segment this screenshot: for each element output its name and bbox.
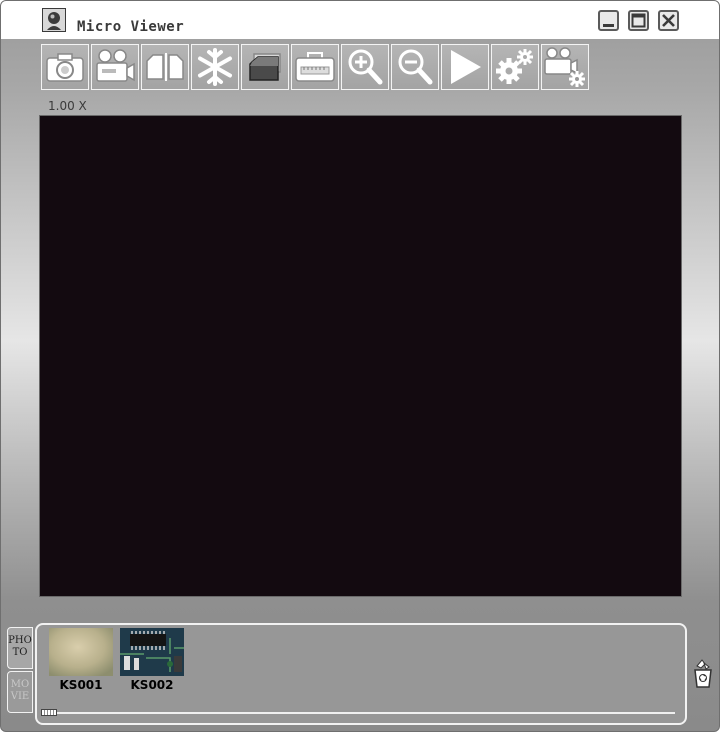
toolbox-ruler-icon bbox=[295, 52, 335, 82]
camera-icon bbox=[46, 53, 84, 82]
tab-photo-label-1: PHO bbox=[8, 635, 32, 646]
blurry-photo-thumbnail bbox=[49, 628, 113, 676]
thumbnail-gallery: KS001 KS002 bbox=[35, 623, 687, 725]
app-window: Micro Viewer 1.00 X PHO TO MO VIE KS001 … bbox=[0, 0, 720, 732]
zoom-out-icon bbox=[398, 49, 433, 85]
tab-photo[interactable]: PHO TO bbox=[7, 627, 33, 669]
capture-photo-button[interactable] bbox=[41, 44, 89, 90]
thumbnail-ks002[interactable] bbox=[120, 628, 184, 676]
zoom-level: 1.00 X bbox=[48, 99, 87, 113]
overlay-button[interactable] bbox=[241, 44, 289, 90]
layers-icon bbox=[249, 53, 281, 81]
maximize-icon bbox=[631, 13, 646, 28]
gears-icon bbox=[496, 49, 533, 84]
circuit-board-thumbnail bbox=[120, 628, 184, 676]
thumbnail-ks001[interactable] bbox=[49, 628, 113, 676]
play-icon bbox=[451, 50, 481, 84]
tab-photo-label-2: TO bbox=[12, 647, 28, 658]
minimize-button[interactable] bbox=[598, 10, 619, 31]
tab-movie[interactable]: MO VIE bbox=[7, 671, 33, 713]
camera-settings-button[interactable] bbox=[541, 44, 589, 90]
play-button[interactable] bbox=[441, 44, 489, 90]
freeze-button[interactable] bbox=[191, 44, 239, 90]
window-title: Micro Viewer bbox=[77, 19, 185, 35]
microscope-app-icon bbox=[42, 8, 66, 32]
gallery-scrollbar-thumb[interactable] bbox=[41, 709, 57, 716]
record-video-button[interactable] bbox=[91, 44, 139, 90]
zoom-in-icon bbox=[348, 49, 383, 85]
gallery-scrollbar-track[interactable] bbox=[41, 712, 675, 714]
minimize-icon bbox=[603, 24, 614, 27]
compare-button[interactable] bbox=[141, 44, 189, 90]
video-camera-icon bbox=[96, 49, 135, 82]
video-camera-gear-icon bbox=[544, 47, 585, 87]
thumbnail-label-ks001: KS001 bbox=[59, 678, 103, 692]
video-preview[interactable] bbox=[39, 115, 682, 597]
close-icon bbox=[662, 14, 675, 27]
split-pages-icon bbox=[146, 53, 184, 81]
tab-movie-label-2: VIE bbox=[10, 691, 30, 702]
tab-movie-label-1: MO bbox=[10, 679, 30, 690]
zoom-out-button[interactable] bbox=[391, 44, 439, 90]
maximize-button[interactable] bbox=[628, 10, 649, 31]
settings-button[interactable] bbox=[491, 44, 539, 90]
zoom-in-button[interactable] bbox=[341, 44, 389, 90]
close-button[interactable] bbox=[658, 10, 679, 31]
recycle-bin-icon[interactable] bbox=[693, 659, 713, 689]
measure-button[interactable] bbox=[291, 44, 339, 90]
snowflake-icon bbox=[198, 48, 232, 86]
title-bar: Micro Viewer bbox=[1, 1, 719, 39]
toolbar bbox=[41, 44, 591, 92]
thumbnail-label-ks002: KS002 bbox=[130, 678, 174, 692]
